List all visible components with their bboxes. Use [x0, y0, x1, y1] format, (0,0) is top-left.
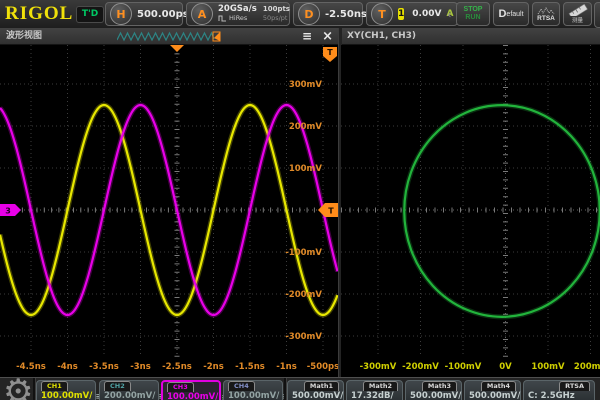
math-tab: Math1: [304, 381, 339, 391]
rtsa-button[interactable]: RTSA: [532, 2, 560, 26]
trigger-source-badge: 1: [398, 8, 404, 20]
channel-box-ch4[interactable]: CH4100.00mV/≡: [223, 380, 283, 400]
math-scale-value: 500.00mV/: [292, 391, 343, 400]
measure-label: 测量: [572, 16, 583, 24]
volt-tick-label: 100mV: [289, 164, 323, 174]
gear-icon[interactable]: ⚙: [3, 377, 33, 400]
bottom-channel-bar: ⚙ CH1100.00mV/≡CH2200.00mV/≡CH3100.00mV/…: [0, 377, 600, 400]
xy-tick-label: -100mV: [445, 362, 482, 372]
xy-tick-label: 200mV: [574, 362, 600, 372]
horizontal-scale-group[interactable]: H 500.00ps/: [105, 2, 183, 26]
rtsa-tab: RTSA: [559, 381, 590, 391]
time-tick-label: -500ps: [307, 362, 338, 372]
time-tick-label: -2ns: [203, 362, 224, 372]
waveform-preview-strip[interactable]: [117, 31, 221, 42]
default-button[interactable]: Default: [493, 2, 529, 26]
sample-rate: 20GSa/s: [218, 5, 257, 14]
ch3-ground-marker[interactable]: 3: [0, 204, 21, 216]
acquire-mode: HiRes: [229, 14, 247, 23]
rtsa-status-box[interactable]: RTSA C: 2.5GHz: [523, 380, 595, 400]
channel-box-ch1[interactable]: CH1100.00mV/≡: [36, 380, 96, 400]
memory-depth: 100pts: [263, 5, 290, 14]
spectrum-icon: [537, 7, 555, 15]
clipped-button[interactable]: [594, 2, 600, 28]
rtsa-label: RTSA: [537, 15, 555, 22]
xy-tick-label: -300mV: [360, 362, 397, 372]
close-icon[interactable]: ×: [322, 28, 333, 45]
svg-text:T: T: [327, 48, 333, 57]
xy-trace[interactable]: [404, 105, 600, 317]
time-tick-label: -4.5ns: [16, 362, 46, 372]
measure-button[interactable]: 测量: [563, 2, 592, 26]
channel-scale-value: 100.00mV/: [167, 392, 218, 400]
time-tick-label: -4ns: [57, 362, 78, 372]
channel-scale-value: 200.00mV/: [104, 391, 155, 400]
channel-box-ch3[interactable]: CH3100.00mV/≡: [161, 380, 221, 400]
rtsa-value: C: 2.5GHz: [524, 391, 594, 400]
channel-tab: CH3: [167, 382, 194, 392]
math-tab: Math3: [422, 381, 457, 391]
top-toolbar: RIGOL T'D H 500.00ps/ A 20GSa/s HiRes 10…: [0, 0, 600, 29]
xy-tick-label: -200mV: [402, 362, 439, 372]
math-box-math2[interactable]: Math217.32dB/: [346, 380, 403, 400]
volt-tick-label: -200mV: [285, 290, 322, 300]
volt-tick-label: -100mV: [285, 248, 322, 258]
math-scale-value: 500.00mV/: [469, 391, 520, 400]
xy-tick-label: 100mV: [531, 362, 565, 372]
delay-knob[interactable]: D: [298, 3, 320, 25]
math-scale-value: 500.00mV/: [410, 391, 461, 400]
channel-box-ch2[interactable]: CH2200.00mV/≡: [99, 380, 159, 400]
xy-panel-title: XY(CH1, CH3): [341, 28, 600, 45]
trigger-status-badge: T'D: [76, 6, 104, 23]
delay-value: -2.50ns: [325, 9, 367, 20]
stop-run-button[interactable]: STOP RUN: [456, 2, 490, 26]
waveform-panel-header: 波形视图 ≡ ×: [0, 28, 338, 45]
rigol-logo: RIGOL: [5, 3, 73, 25]
horizontal-scale-value: 500.00ps/: [137, 9, 192, 20]
math-box-math3[interactable]: Math3500.00mV/: [405, 380, 462, 400]
trigger-position-flag[interactable]: T: [323, 47, 337, 62]
horizontal-knob[interactable]: H: [110, 3, 132, 25]
channel-tab: CH4: [228, 381, 255, 391]
menu-icon[interactable]: ≡: [302, 28, 312, 45]
volt-tick-label: 200mV: [289, 122, 323, 132]
time-tick-label: -1.5ns: [235, 362, 265, 372]
math-tab: Math4: [481, 381, 516, 391]
volt-tick-label: -300mV: [285, 332, 322, 342]
xy-panel-header: XY(CH1, CH3): [341, 28, 600, 45]
run-label: RUN: [465, 14, 480, 22]
oscilloscope-screen: RIGOL T'D H 500.00ps/ A 20GSa/s HiRes 10…: [0, 0, 600, 400]
xy-plot[interactable]: -300mV -200mV -100mV 0V 100mV 200mV: [341, 45, 600, 377]
time-tick-label: -3.5ns: [89, 362, 119, 372]
time-tick-label: -1ns: [276, 362, 297, 372]
xy-tick-label: 0V: [499, 362, 512, 372]
delay-group[interactable]: D -2.50ns: [293, 2, 363, 26]
ruler-icon: [567, 4, 589, 16]
volt-tick-label: 300mV: [289, 80, 323, 90]
trigger-knob[interactable]: T: [371, 3, 393, 25]
delay-position-marker[interactable]: [170, 45, 184, 52]
svg-text:3: 3: [5, 207, 11, 216]
math-scale-value: 17.32dB/: [351, 391, 394, 400]
acquisition-group[interactable]: A 20GSa/s HiRes 100pts 50ps/pt: [186, 2, 290, 26]
time-tick-label: -2.5ns: [162, 362, 192, 372]
acquire-knob[interactable]: A: [191, 3, 213, 25]
math-tab: Math2: [363, 381, 398, 391]
channel-tab: CH1: [41, 381, 68, 391]
collapse-arrow-icon[interactable]: ‹: [447, 8, 451, 21]
trigger-level-value: 0.00V: [412, 9, 441, 19]
channel-scale-value: 100.00mV/: [41, 391, 92, 400]
waveform-plot[interactable]: -4.5ns -4ns -3.5ns -3ns -2.5ns -2ns -1.5ns -1ns…: [0, 45, 338, 377]
svg-text:T: T: [328, 207, 334, 216]
sample-resolution: 50ps/pt: [263, 14, 290, 23]
time-tick-label: -3ns: [130, 362, 151, 372]
channel-tab: CH2: [104, 381, 131, 391]
math-box-math4[interactable]: Math4500.00mV/: [464, 380, 521, 400]
channel-scale-value: 100.00mV/: [228, 391, 279, 400]
square-wave-icon: [218, 15, 227, 22]
stop-label: STOP: [464, 6, 483, 14]
trigger-group[interactable]: T 1 0.00V A: [366, 2, 458, 26]
math-box-math1[interactable]: Math1500.00mV/: [287, 380, 344, 400]
